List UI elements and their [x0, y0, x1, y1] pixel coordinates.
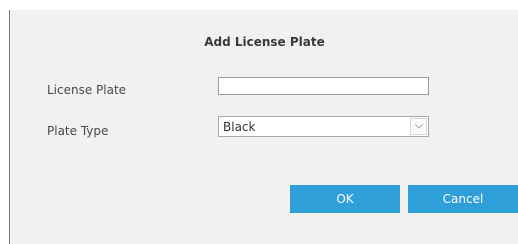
plate-type-selected-value: Black	[223, 119, 256, 134]
license-plate-label: License Plate	[47, 83, 127, 97]
ok-button[interactable]: OK	[290, 185, 400, 213]
chevron-down-icon[interactable]	[410, 118, 427, 135]
cancel-button[interactable]: Cancel	[408, 185, 518, 213]
screen: Add License Plate License Plate Plate Ty…	[0, 0, 518, 244]
license-plate-input[interactable]	[218, 77, 429, 95]
chevron-down-icon-graphic	[414, 123, 423, 129]
dialog-title: Add License Plate	[204, 35, 325, 49]
add-license-plate-dialog: Add License Plate License Plate Plate Ty…	[9, 10, 518, 244]
plate-type-select[interactable]: Black	[218, 116, 429, 137]
plate-type-label: Plate Type	[47, 124, 109, 138]
